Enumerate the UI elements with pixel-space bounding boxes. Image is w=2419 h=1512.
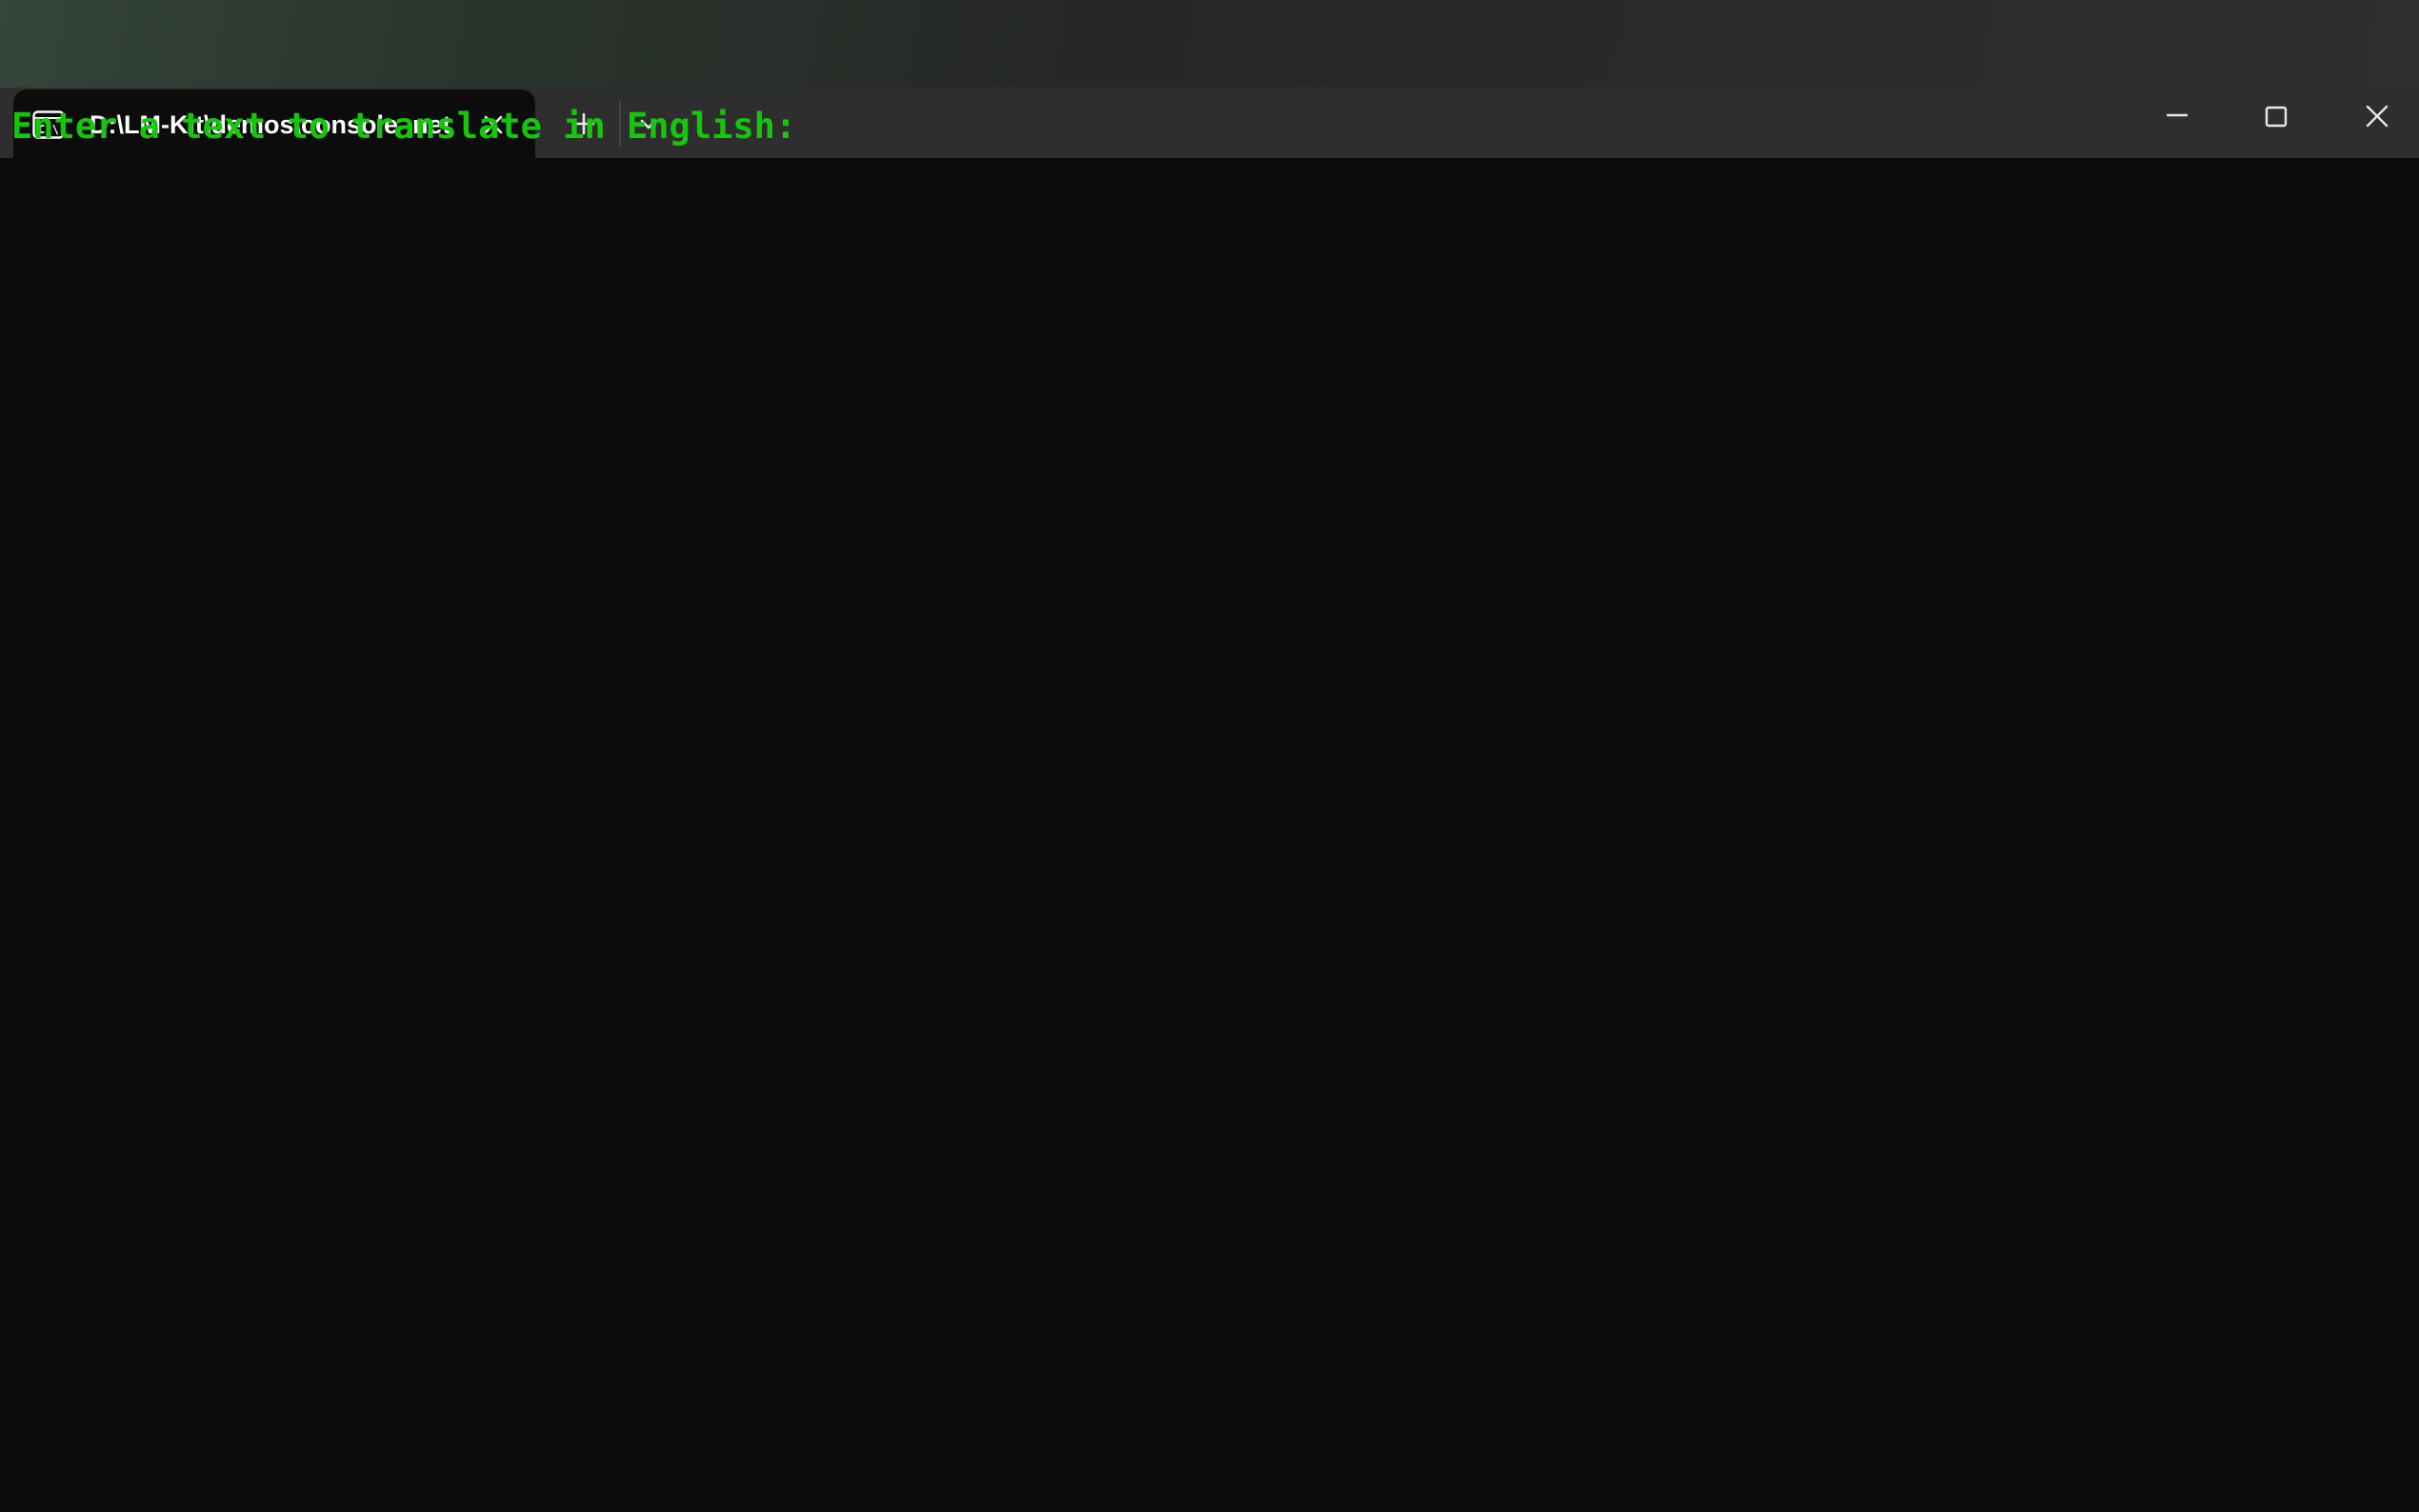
console-output[interactable] bbox=[0, 158, 2419, 1512]
terminal-window: C:\ D:\LM-Kit\demos\console_net bbox=[0, 88, 2419, 1512]
maximize-icon[interactable] bbox=[2229, 88, 2324, 145]
window-close-icon[interactable] bbox=[2329, 88, 2419, 145]
console-prompt: Enter a text to translate in English: bbox=[11, 106, 797, 147]
desktop-background bbox=[0, 0, 2419, 88]
minimize-icon[interactable] bbox=[2129, 88, 2225, 145]
